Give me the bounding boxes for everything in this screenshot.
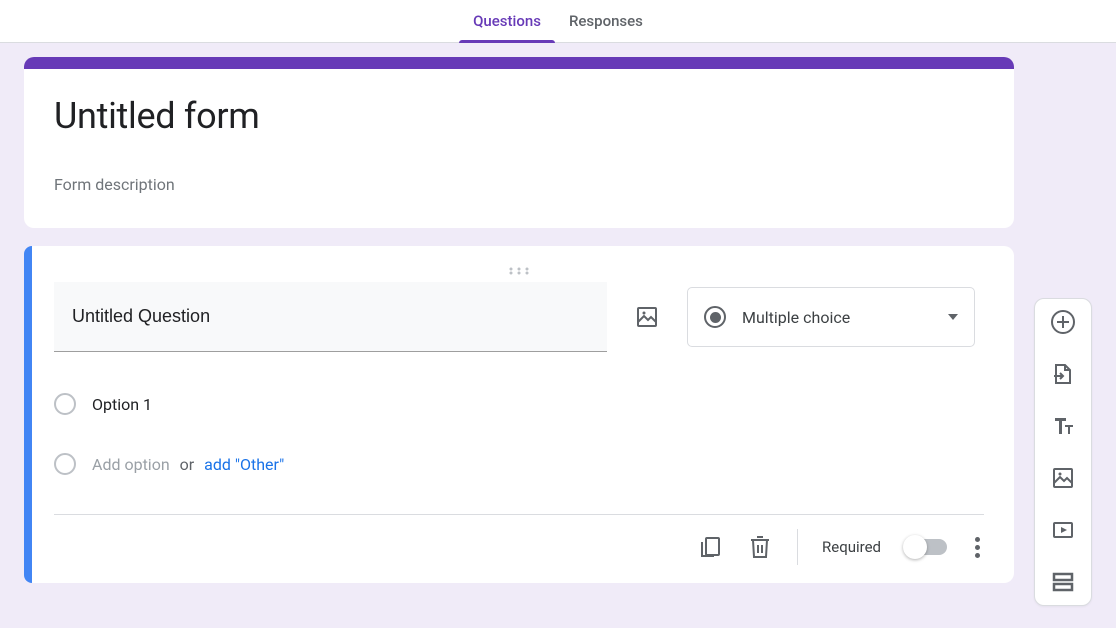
duplicate-icon[interactable] [697,534,723,560]
add-image-icon[interactable] [1050,465,1076,491]
add-option-row: Add option or add "Other" [54,440,984,488]
divider [797,529,798,565]
question-card: Multiple choice Option 1 Add option or a… [24,246,1014,583]
more-options-icon[interactable] [971,533,984,562]
accent-bar [24,57,1014,69]
tab-responses[interactable]: Responses [555,2,657,42]
add-section-icon[interactable] [1050,569,1076,595]
side-toolbar [1034,298,1092,606]
question-type-label: Multiple choice [742,308,932,327]
required-toggle[interactable] [905,539,947,555]
canvas: Untitled form Form description Mult [0,43,1116,628]
radio-outline-icon [54,393,76,415]
tab-bar: Questions Responses [0,0,1116,43]
chevron-down-icon [948,314,958,320]
form-header-card: Untitled form Form description [24,57,1014,228]
question-type-select[interactable]: Multiple choice [687,287,975,347]
form-title[interactable]: Untitled form [54,95,984,137]
tab-questions[interactable]: Questions [459,2,555,42]
import-questions-icon[interactable] [1050,361,1076,387]
drag-handle-icon[interactable] [54,260,984,272]
option-text[interactable]: Option 1 [92,395,152,414]
add-other-button[interactable]: add "Other" [204,455,284,474]
add-image-icon[interactable] [633,303,661,331]
question-footer: Required [54,514,984,583]
question-title-input[interactable] [54,282,607,352]
option-row: Option 1 [54,380,984,428]
add-video-icon[interactable] [1050,517,1076,543]
radio-outline-icon [54,453,76,475]
form-description[interactable]: Form description [54,175,984,194]
or-text: or [180,455,195,474]
radio-icon [704,306,726,328]
add-title-icon[interactable] [1050,413,1076,439]
required-label: Required [822,538,881,556]
delete-icon[interactable] [747,534,773,560]
add-question-icon[interactable] [1050,309,1076,335]
add-option-button[interactable]: Add option [92,455,170,474]
